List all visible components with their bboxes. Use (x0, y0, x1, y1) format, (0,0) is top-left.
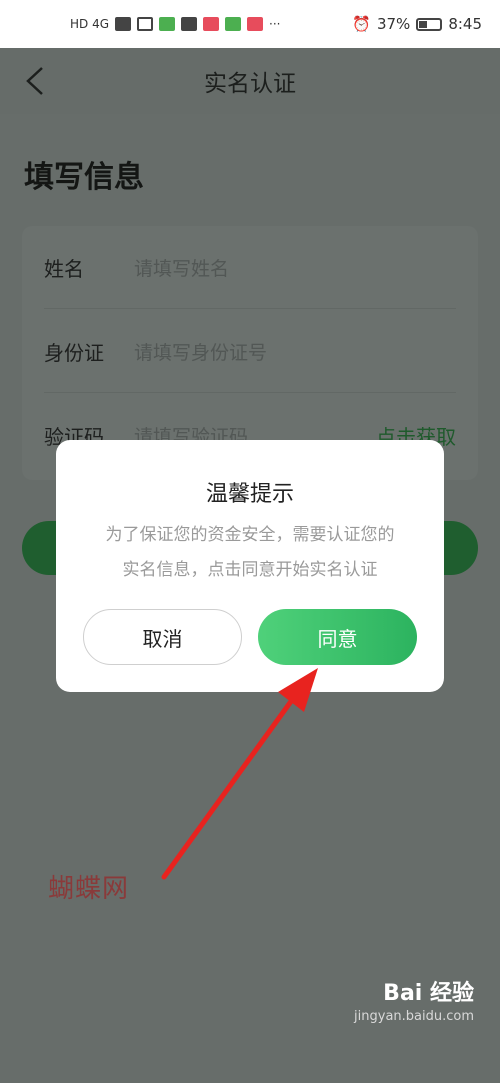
signal-icon (115, 17, 132, 31)
dialog-message: 为了保证您的资金安全，需要认证您的 实名信息，点击同意开始实名认证 (56, 518, 444, 588)
app-notification-icon-2 (203, 17, 220, 31)
more-notifications: ··· (269, 17, 281, 31)
id-label: 身份证 (44, 340, 104, 365)
app-notification-icon (159, 17, 176, 31)
dialog-title: 温馨提示 (205, 482, 294, 507)
app-notification-icon-3 (225, 17, 242, 31)
status-right: ⏰ 37% 8:45 (352, 15, 482, 33)
watermark-text: 蝴蝶网 (48, 874, 130, 904)
network-label: HD 4G (70, 17, 110, 31)
status-bar: HD 4G ··· ⏰ 37% 8:45 (0, 0, 500, 48)
brand-logo-text: Bai 经验 (383, 981, 474, 1006)
name-label: 姓名 (44, 256, 84, 281)
baidu-jingyan-brand: Bai 经验 jingyan.baidu.com (354, 975, 474, 1024)
divider (44, 392, 456, 393)
wifi-icon (137, 17, 154, 31)
battery-percent: 37% (376, 15, 411, 33)
dialog-message-line1: 为了保证您的资金安全，需要认证您的 (105, 525, 395, 545)
back-arrow-icon[interactable] (24, 66, 46, 96)
cancel-button[interactable]: 取消 (83, 609, 242, 665)
brand-url: jingyan.baidu.com (354, 1009, 474, 1024)
capcut-icon (181, 17, 198, 31)
id-input[interactable]: 请填写身份证号 (134, 338, 267, 365)
clock: 8:45 (448, 15, 482, 33)
consent-dialog: 温馨提示 为了保证您的资金安全，需要认证您的 实名信息，点击同意开始实名认证 取… (56, 440, 444, 692)
nav-bar: 实名认证 (0, 48, 500, 114)
status-left-icons: HD 4G ··· (70, 17, 280, 31)
name-input[interactable]: 请填写姓名 (134, 254, 229, 281)
divider (44, 308, 456, 309)
section-title: 填写信息 (24, 160, 144, 195)
app-notification-icon-4 (247, 17, 264, 31)
battery-icon (416, 17, 443, 31)
dialog-message-line2: 实名信息，点击同意开始实名认证 (122, 560, 378, 580)
id-row[interactable]: 身份证 请填写身份证号 (22, 310, 478, 392)
brand-logo: Bai 经验 (354, 975, 474, 1007)
page-title: 实名认证 (204, 71, 296, 97)
name-row[interactable]: 姓名 请填写姓名 (22, 226, 478, 308)
agree-button[interactable]: 同意 (258, 609, 417, 665)
alarm-icon: ⏰ (352, 15, 371, 33)
